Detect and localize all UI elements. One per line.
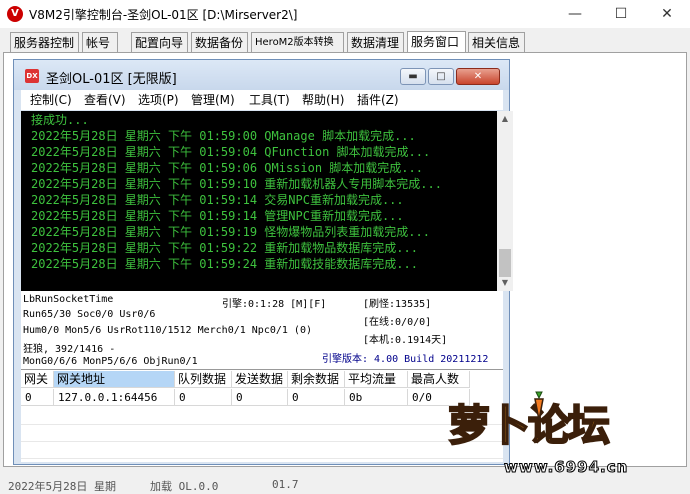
status-engine-time: 引擎:0:1:28 [M][F]	[222, 299, 327, 310]
gate-cell[interactable]: 0	[175, 389, 232, 406]
log-line: 2022年5月28日 星期六 下午 01:59:19 怪物爆物品列表重加载完成.…	[31, 225, 430, 239]
status-wolf: 狂狼, 392/1416 -	[23, 344, 116, 355]
status-refresh: [刷怪:13535]	[363, 299, 432, 310]
engine-version: 引擎版本: 4.00 Build 20211212	[322, 354, 489, 365]
server-window-title-bar: DX 圣剑OL-01区 [无限版] ▬ □ ✕	[14, 60, 509, 90]
log-console[interactable]: 接成功... 2022年5月28日 星期六 下午 01:59:00 QManag…	[21, 111, 497, 291]
tab-service-window[interactable]: 服务窗口	[407, 31, 466, 53]
tab-herom2-convert[interactable]: HeroM2版本转换	[251, 32, 344, 52]
tab-bar: 服务器控制 帐号 配置向导 数据备份 HeroM2版本转换 数据清理 服务窗口 …	[0, 31, 690, 53]
log-line: 2022年5月28日 星期六 下午 01:59:14 交易NPC重新加载完成..…	[31, 193, 404, 207]
server-window: DX 圣剑OL-01区 [无限版] ▬ □ ✕ 控制(C) 查看(V) 选项(P…	[13, 59, 513, 465]
log-line: 2022年5月28日 星期六 下午 01:59:10 重新加载机器人专用脚本完成…	[31, 177, 442, 191]
gate-table: 网关 网关地址 队列数据 发送数据 剩余数据 平均流量 最高人数 0 127.0…	[21, 369, 503, 462]
server-window-icon: DX	[25, 69, 39, 83]
gate-col-header[interactable]: 网关	[21, 371, 54, 388]
status-socket: LbRunSocketTime	[23, 294, 114, 305]
gate-cell[interactable]: 0	[21, 389, 54, 406]
table-row[interactable]	[21, 407, 503, 425]
table-row[interactable]	[21, 441, 503, 459]
tab-server-control[interactable]: 服务器控制	[10, 32, 79, 52]
scroll-thumb[interactable]	[499, 249, 511, 277]
tab-account[interactable]: 帐号	[82, 32, 118, 52]
minimize-button[interactable]: —	[552, 0, 598, 28]
carrot-icon	[534, 391, 544, 421]
menu-plugins[interactable]: 插件(Z)	[357, 91, 399, 109]
log-line: 2022年5月28日 星期六 下午 01:59:22 重新加载物品数据库完成..…	[31, 241, 418, 255]
menu-options[interactable]: 选项(P)	[138, 91, 179, 109]
log-line: 2022年5月28日 星期六 下午 01:59:14 管理NPC重新加载完成..…	[31, 209, 404, 223]
menu-help[interactable]: 帮助(H)	[302, 91, 344, 109]
tab-related-info[interactable]: 相关信息	[468, 32, 525, 52]
status-panel: LbRunSocketTime 引擎:0:1:28 [M][F] [刷怪:135…	[21, 291, 503, 369]
table-row[interactable]	[21, 424, 503, 442]
maximize-button[interactable]: ☐	[598, 0, 644, 28]
log-line: 2022年5月28日 星期六 下午 01:59:04 QFunction 脚本加…	[31, 145, 431, 159]
server-window-close-button[interactable]: ✕	[456, 68, 500, 85]
gate-col-header[interactable]: 剩余数据	[288, 371, 345, 388]
gate-col-header[interactable]: 平均流量	[345, 371, 408, 388]
menu-tools[interactable]: 工具(T)	[249, 91, 290, 109]
status-online: [在线:0/0/0]	[363, 317, 432, 328]
log-line: 接成功...	[31, 113, 89, 127]
gate-cell[interactable]: 0b	[345, 389, 408, 406]
bottom-fragment-1: 2022年5月28日 星期	[8, 480, 116, 493]
tab-data-cleanup[interactable]: 数据清理	[347, 32, 404, 52]
menu-view[interactable]: 查看(V)	[84, 91, 126, 109]
app-title: V8M2引擎控制台-圣剑OL-01区 [D:\Mirserver2\]	[29, 8, 298, 22]
log-scrollbar[interactable]: ▲ ▼	[497, 111, 513, 291]
tab-config-wizard[interactable]: 配置向导	[131, 32, 188, 52]
gate-col-header[interactable]: 网关地址	[54, 371, 175, 388]
log-line: 2022年5月28日 星期六 下午 01:59:00 QManage 脚本加载完…	[31, 129, 416, 143]
gate-col-header[interactable]: 最高人数	[408, 371, 470, 388]
scroll-down-icon[interactable]: ▼	[497, 275, 513, 291]
bottom-fragment-3: 01.7	[272, 478, 299, 491]
watermark-logo: 萝卜论坛 www.6994.cn	[440, 388, 680, 488]
status-machine: [本机:0.1914天]	[363, 335, 448, 346]
watermark-url: www.6994.cn	[503, 458, 629, 477]
status-hum: Hum0/0 Mon5/6 UsrRot110/1512 Merch0/1 Np…	[23, 325, 312, 336]
gate-cell[interactable]: 0	[288, 389, 345, 406]
menu-bar: 控制(C) 查看(V) 选项(P) 管理(M) 工具(T) 帮助(H) 插件(Z…	[21, 90, 503, 110]
menu-control[interactable]: 控制(C)	[30, 91, 72, 109]
status-mongo: MonG0/6/6 MonP5/6/6 ObjRun0/1	[23, 356, 198, 367]
bottom-fragment-2: 加载 OL.0.0	[150, 480, 219, 493]
close-button[interactable]: ✕	[644, 0, 690, 28]
log-line: 2022年5月28日 星期六 下午 01:59:06 QMission 脚本加载…	[31, 161, 423, 175]
server-window-minimize-button[interactable]: ▬	[400, 68, 426, 85]
tab-data-backup[interactable]: 数据备份	[191, 32, 248, 52]
gate-col-header[interactable]: 发送数据	[232, 371, 288, 388]
watermark-text: 萝卜论坛	[447, 400, 611, 451]
gate-cell[interactable]: 0	[232, 389, 288, 406]
gate-col-header[interactable]: 队列数据	[175, 371, 232, 388]
scroll-up-icon[interactable]: ▲	[497, 111, 513, 127]
menu-manage[interactable]: 管理(M)	[191, 91, 235, 109]
server-window-title: 圣剑OL-01区 [无限版]	[46, 72, 177, 87]
app-logo-icon: V	[7, 6, 23, 22]
gate-cell[interactable]: 127.0.0.1:64456	[54, 389, 175, 406]
log-line: 2022年5月28日 星期六 下午 01:59:24 重新加载技能数据库完成..…	[31, 257, 418, 271]
title-bar: V V8M2引擎控制台-圣剑OL-01区 [D:\Mirserver2\] — …	[0, 0, 690, 28]
server-window-restore-button[interactable]: □	[428, 68, 454, 85]
status-run: Run65/30 Soc0/0 Usr0/6	[23, 309, 156, 320]
